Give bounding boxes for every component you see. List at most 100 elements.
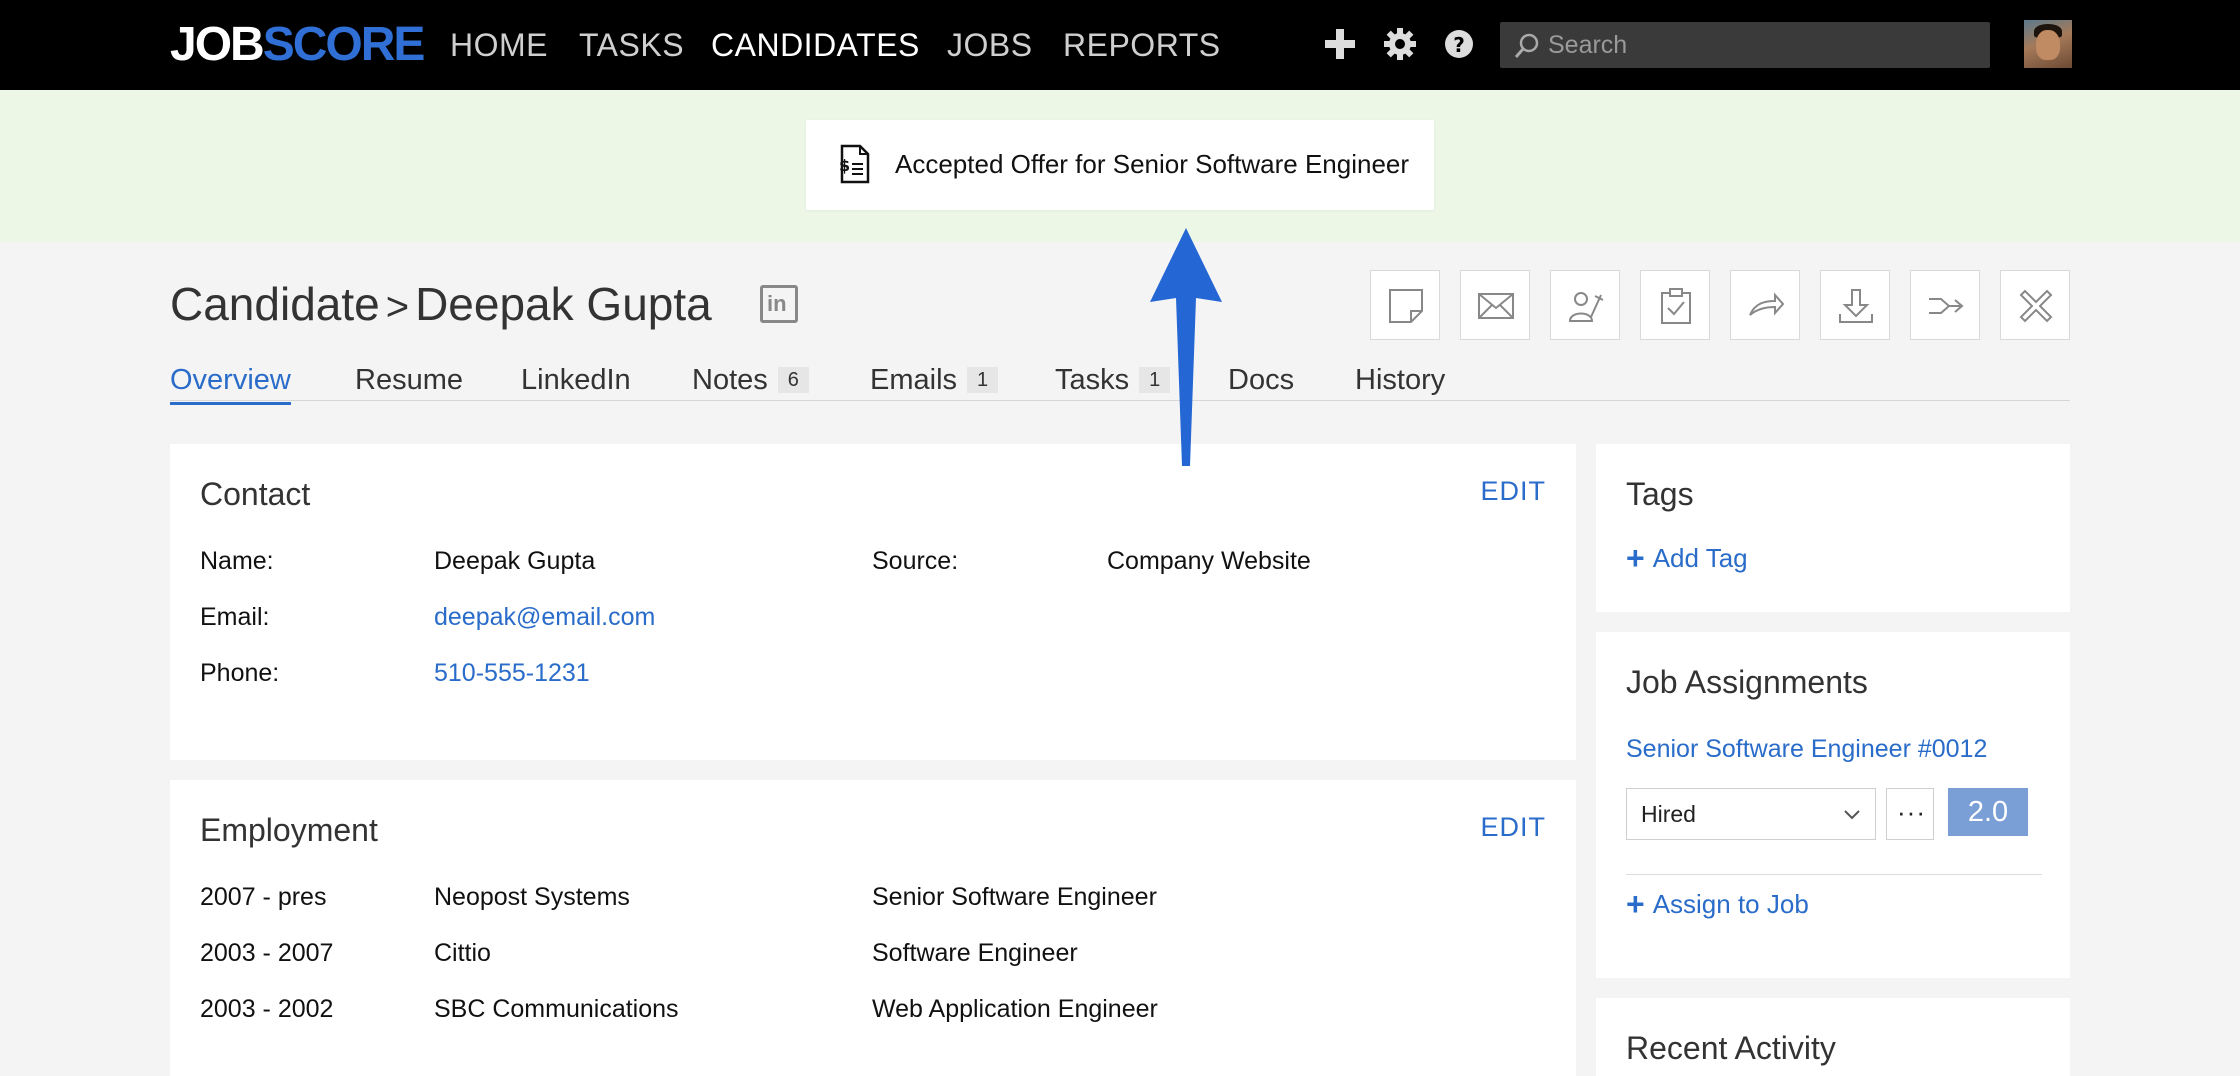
status-select[interactable]: Hired [1626,788,1876,840]
employment-company: Neopost Systems [434,883,630,911]
notification-message: Accepted Offer for Senior Software Engin… [895,149,1410,179]
linkedin-icon-text: in [767,291,787,316]
tags-card: Tags + Add Tag [1596,444,2070,612]
user-avatar[interactable] [2024,20,2072,68]
add-tag-label: Add Tag [1652,543,1748,573]
nav-candidates[interactable]: CANDIDATES [711,26,920,64]
send-email-button[interactable] [1460,270,1530,340]
candidate-name-title: Deepak Gupta [415,278,712,330]
search-box[interactable] [1500,22,1990,68]
tab-docs[interactable]: Docs [1228,362,1294,398]
contact-title: Contact [200,476,311,512]
task-icon [1661,288,1691,324]
employment-title: Employment [200,812,378,848]
tab-linkedin[interactable]: LinkedIn [521,362,631,398]
nav-home[interactable]: HOME [450,26,548,64]
plus-icon: + [1626,886,1645,922]
tags-title: Tags [1626,476,1694,512]
download-button[interactable] [1820,270,1890,340]
assign-reviewer-button[interactable] [1550,270,1620,340]
name-value: Deepak Gupta [434,547,596,575]
tab-label: Docs [1228,364,1295,396]
nav-jobs[interactable]: JOBS [947,26,1033,64]
job-assignments-card: Job Assignments Senior Software Engineer… [1596,632,2070,978]
breadcrumb: Candidate > Deepak Gupta [170,275,712,336]
source-label: Source: [872,547,959,575]
employment-company: Cittio [434,939,491,967]
employment-role: Web Application Engineer [872,995,1158,1023]
note-icon [1389,289,1423,323]
email-icon [1478,293,1514,319]
employment-years: 2007 - pres [200,883,327,911]
employment-company: SBC Communications [434,995,679,1023]
plus-icon: + [1626,540,1645,576]
tab-label: Notes [692,364,768,396]
employment-years: 2003 - 2002 [200,995,334,1023]
job-assignment-link[interactable]: Senior Software Engineer #0012 [1626,734,1987,764]
source-value: Company Website [1107,547,1311,575]
more-options-button[interactable]: ··· [1886,788,1934,840]
tab-label: Tasks [1055,364,1130,396]
tab-overview[interactable]: Overview [170,362,291,405]
tab-label: Overview [170,364,291,396]
notification-toast[interactable]: $ Accepted Offer for Senior Software Eng… [806,120,1434,210]
tabs-divider [170,400,2070,401]
tab-emails[interactable]: Emails 1 [870,362,999,398]
forward-button[interactable] [1730,270,1800,340]
job-assignments-title: Job Assignments [1626,664,1868,700]
phone-link[interactable]: 510-555-1231 [434,658,590,688]
jobscore-logo[interactable]: JOBSCORE [170,18,426,72]
search-input[interactable] [1548,22,1978,68]
linkedin-icon[interactable]: in [760,285,798,323]
close-button[interactable] [2000,270,2070,340]
tab-label: Emails [870,364,958,396]
help-icon[interactable]: ? [1442,27,1476,61]
employment-years: 2003 - 2007 [200,939,334,967]
svg-text:?: ? [1453,33,1465,57]
nav-reports[interactable]: REPORTS [1063,26,1221,64]
merge-icon [1929,298,1964,314]
assign-to-job-label: Assign to Job [1652,889,1809,919]
employment-edit-button[interactable]: EDIT [1480,812,1546,843]
offer-document-icon: $ [839,144,870,184]
download-icon [1839,289,1873,323]
gear-icon[interactable] [1383,27,1417,61]
tab-history[interactable]: History [1355,362,1445,398]
merge-button[interactable] [1910,270,1980,340]
tab-notes[interactable]: Notes 6 [692,362,809,398]
add-task-button[interactable] [1640,270,1710,340]
add-note-button[interactable] [1370,270,1440,340]
logo-text-score: SCORE [262,18,426,71]
forward-icon [1749,292,1785,316]
tab-label: LinkedIn [521,364,631,396]
assign-to-job-button[interactable]: + Assign to Job [1626,888,1809,920]
recent-activity-card: Recent Activity [1596,998,2070,1076]
employment-role: Senior Software Engineer [872,883,1157,911]
recent-activity-title: Recent Activity [1626,1030,1836,1066]
notes-count-badge: 6 [777,367,809,393]
email-label: Email: [200,603,270,631]
more-options-label: ··· [1897,797,1926,827]
tab-label: Resume [355,364,463,396]
phone-label: Phone: [200,659,280,687]
score-badge[interactable]: 2.0 [1948,788,2028,836]
contact-edit-button[interactable]: EDIT [1480,476,1546,507]
logo-text-job: JOB [170,18,265,71]
close-icon [2019,289,2053,323]
employment-card: Employment EDIT 2007 - pres Neopost Syst… [170,780,1576,1076]
chevron-down-icon [1844,810,1860,820]
status-value: Hired [1641,801,1696,827]
svg-text:$: $ [839,156,850,175]
plus-icon[interactable] [1323,27,1357,61]
breadcrumb-section[interactable]: Candidate [170,278,380,330]
job-assignments-divider [1626,874,2042,875]
employment-role: Software Engineer [872,939,1078,967]
email-link[interactable]: deepak@email.com [434,602,655,632]
nav-tasks[interactable]: TASKS [579,26,684,64]
search-icon [1514,33,1539,58]
tab-label: History [1355,364,1446,396]
tab-resume[interactable]: Resume [355,362,463,398]
emails-count-badge: 1 [967,367,999,393]
add-tag-button[interactable]: + Add Tag [1626,542,1748,574]
contact-card: Contact EDIT Name: Deepak Gupta Source: … [170,444,1576,760]
